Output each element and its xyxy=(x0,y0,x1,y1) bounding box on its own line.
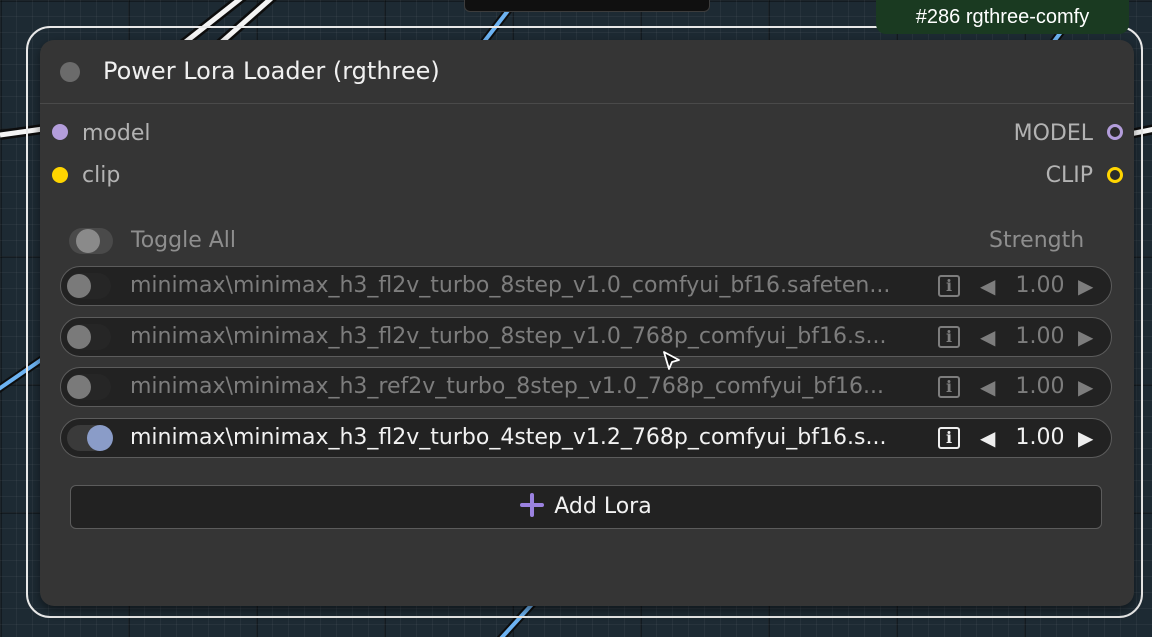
info-icon[interactable]: i xyxy=(938,326,960,348)
plus-icon xyxy=(520,493,545,517)
mouse-cursor-icon xyxy=(663,351,680,370)
lora-toggle-knob xyxy=(87,425,113,451)
strength-increment-icon[interactable]: ▶ xyxy=(1078,373,1093,401)
node-title: Power Lora Loader (rgthree) xyxy=(103,57,440,85)
strength-decrement-icon[interactable]: ◀ xyxy=(980,323,995,351)
input-slot-clip-dot[interactable] xyxy=(52,167,68,183)
strength-decrement-icon[interactable]: ◀ xyxy=(980,424,995,452)
add-lora-label: Add Lora xyxy=(554,494,652,519)
info-icon[interactable]: i xyxy=(938,376,960,398)
lora-toggle-switch[interactable] xyxy=(67,425,113,451)
output-slot-clip-dot[interactable] xyxy=(1107,167,1123,183)
add-lora-button[interactable]: Add Lora xyxy=(70,485,1102,529)
lora-toggle-switch[interactable] xyxy=(67,324,111,350)
lora-name[interactable]: minimax\minimax_h3_fl2v_turbo_8step_v1.0… xyxy=(130,323,930,351)
output-slot-model-label: MODEL xyxy=(1013,121,1093,146)
strength-increment-icon[interactable]: ▶ xyxy=(1078,272,1093,300)
node-id-badge: #286 rgthree-comfy xyxy=(876,0,1129,34)
input-slot-model-label: model xyxy=(82,121,151,146)
lora-toggle-knob xyxy=(67,375,91,399)
info-icon[interactable]: i xyxy=(938,275,960,297)
lora-strength-value[interactable]: 1.00 xyxy=(1005,424,1075,452)
node-header[interactable]: Power Lora Loader (rgthree) xyxy=(40,40,1134,104)
toggle-all-switch[interactable] xyxy=(69,228,113,254)
toggle-all-label: Toggle All xyxy=(131,228,237,253)
lora-name[interactable]: minimax\minimax_h3_ref2v_turbo_8step_v1.… xyxy=(130,373,930,401)
input-slot-model-dot[interactable] xyxy=(52,124,68,140)
lora-row[interactable]: minimax\minimax_h3_ref2v_turbo_8step_v1.… xyxy=(60,367,1112,407)
strength-column-header: Strength xyxy=(989,228,1085,253)
lora-row[interactable]: minimax\minimax_h3_fl2v_turbo_8step_v1.0… xyxy=(60,266,1112,306)
input-slot-clip-label: clip xyxy=(82,163,121,188)
strength-decrement-icon[interactable]: ◀ xyxy=(980,373,995,401)
add-lora-content: Add Lora xyxy=(71,486,1101,528)
lora-row[interactable]: minimax\minimax_h3_fl2v_turbo_8step_v1.0… xyxy=(60,317,1112,357)
lora-toggle-switch[interactable] xyxy=(67,374,111,400)
adjacent-node-stub xyxy=(464,0,710,12)
lora-strength-value[interactable]: 1.00 xyxy=(1005,272,1075,300)
lora-toggle-knob xyxy=(67,274,91,298)
strength-decrement-icon[interactable]: ◀ xyxy=(980,272,995,300)
strength-increment-icon[interactable]: ▶ xyxy=(1078,323,1093,351)
lora-row[interactable]: minimax\minimax_h3_fl2v_turbo_4step_v1.2… xyxy=(60,418,1112,458)
lora-strength-value[interactable]: 1.00 xyxy=(1005,323,1075,351)
node-collapse-dot[interactable] xyxy=(60,62,80,82)
toggle-all-knob xyxy=(76,229,100,253)
output-slot-clip-label: CLIP xyxy=(1045,163,1093,188)
lora-name[interactable]: minimax\minimax_h3_fl2v_turbo_4step_v1.2… xyxy=(130,424,930,452)
info-icon[interactable]: i xyxy=(938,427,960,449)
lora-toggle-knob xyxy=(67,325,91,349)
lora-name[interactable]: minimax\minimax_h3_fl2v_turbo_8step_v1.0… xyxy=(130,272,930,300)
output-slot-model-dot[interactable] xyxy=(1107,124,1123,140)
lora-toggle-switch[interactable] xyxy=(67,273,111,299)
strength-increment-icon[interactable]: ▶ xyxy=(1078,424,1093,452)
lora-strength-value[interactable]: 1.00 xyxy=(1005,373,1075,401)
